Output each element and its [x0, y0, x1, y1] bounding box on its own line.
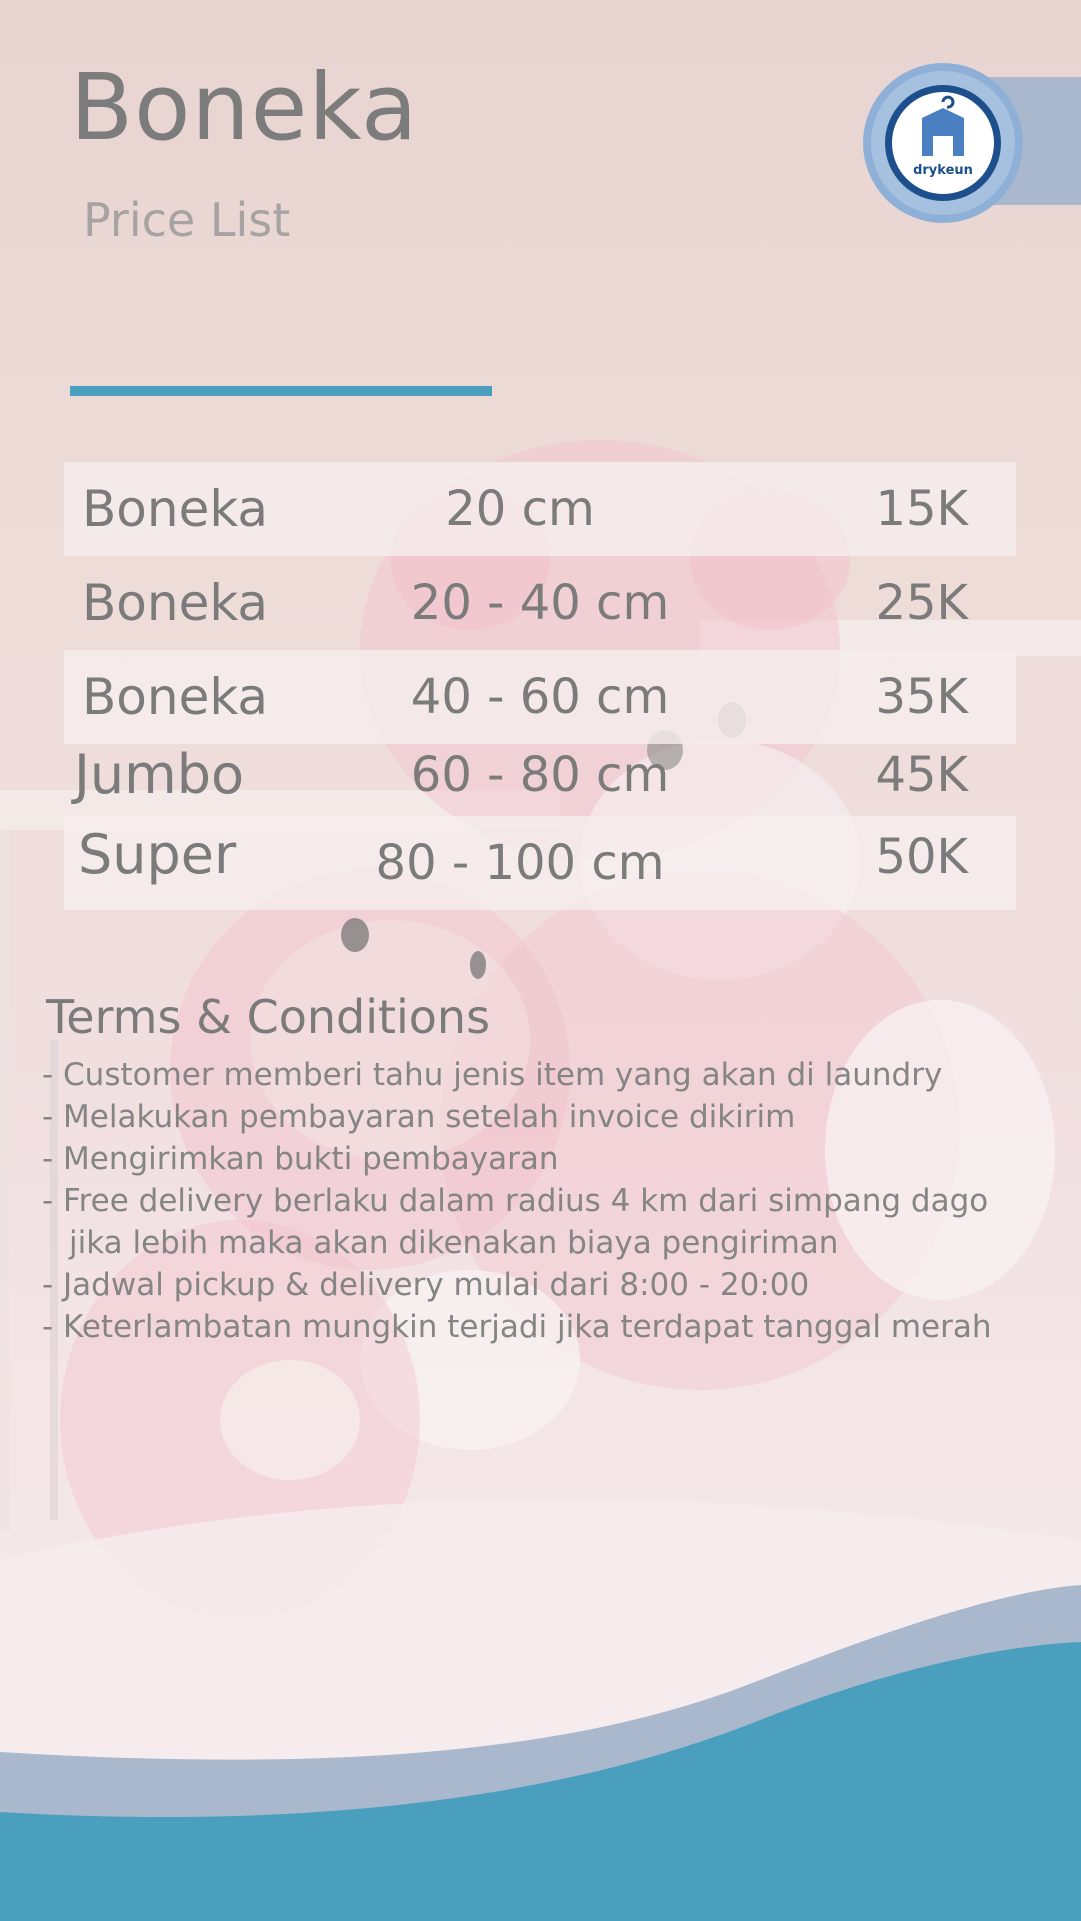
background-photo: [0, 440, 1081, 1921]
terms-title: Terms & Conditions: [46, 990, 491, 1044]
item-price: 15K: [875, 481, 968, 537]
terms-list: - Customer memberi tahu jenis item yang …: [42, 1054, 992, 1348]
price-row: Boneka 20 - 40 cm 25K: [64, 556, 1016, 650]
logo-text: drykeun: [913, 163, 973, 178]
item-price: 50K: [875, 829, 968, 885]
terms-item: jika lebih maka akan dikenakan biaya pen…: [69, 1225, 839, 1261]
terms-item: - Free delivery berlaku dalam radius 4 k…: [42, 1183, 989, 1219]
price-table: Boneka 20 cm 15K Boneka 20 - 40 cm 25K B…: [64, 462, 1016, 910]
small-bear-eye-left: [341, 918, 369, 952]
small-bear-heart: [220, 1360, 360, 1480]
small-bear-eye-right: [470, 951, 486, 979]
item-size: 20 cm: [445, 481, 595, 537]
terms-item: - Melakukan pembayaran setelah invoice d…: [42, 1099, 796, 1135]
crib-post: [0, 830, 10, 1530]
terms-item: - Jadwal pickup & delivery mulai dari 8:…: [42, 1267, 810, 1303]
item-size: 80 - 100 cm: [375, 835, 665, 891]
accent-divider: [70, 386, 492, 396]
page-title: Boneka: [70, 54, 419, 161]
price-row: Boneka 20 cm 15K: [64, 462, 1016, 556]
terms-item: - Customer memberi tahu jenis item yang …: [42, 1057, 943, 1093]
item-price: 45K: [875, 747, 968, 803]
item-price: 25K: [875, 575, 968, 631]
terms-item: - Keterlambatan mungkin terjadi jika ter…: [42, 1309, 992, 1345]
page-subtitle: Price List: [83, 193, 291, 247]
terms-item: - Mengirimkan bukti pembayaran: [42, 1141, 559, 1177]
item-size: 20 - 40 cm: [410, 575, 670, 631]
logo-seal: [863, 63, 1023, 223]
brand-logo: drykeun: [863, 63, 1023, 223]
price-row: Jumbo 60 - 80 cm 45K: [64, 743, 1016, 816]
price-row: Super 80 - 100 cm 50K: [64, 816, 1016, 910]
